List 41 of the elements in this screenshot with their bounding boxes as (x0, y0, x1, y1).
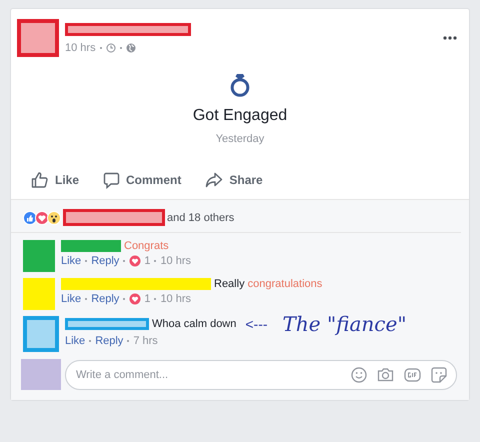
reply-link[interactable]: Reply (91, 255, 120, 267)
comment-text: Really congratulations (214, 278, 322, 290)
comment-time: 7 hrs (133, 335, 158, 347)
reply-link[interactable]: Reply (95, 335, 124, 347)
comment-text: Congrats (124, 240, 169, 252)
like-link[interactable]: Like (61, 255, 82, 267)
avatar-redaction (21, 359, 61, 390)
event-title: Got Engaged (192, 107, 288, 125)
gif-icon[interactable] (404, 368, 421, 382)
comment-input[interactable]: Write a comment... (65, 360, 457, 390)
reaction-summary[interactable]: and 18 others (167, 212, 234, 224)
smiley-icon[interactable] (351, 366, 367, 382)
sticker-icon[interactable] (431, 366, 447, 382)
share-arrow-icon (205, 172, 224, 188)
like-reaction-icon (23, 210, 37, 224)
share-button[interactable]: Share (205, 171, 263, 189)
speech-bubble-icon (103, 172, 120, 188)
like-button[interactable]: Like (31, 171, 80, 189)
reaction-count: 1 (144, 255, 150, 267)
camera-icon[interactable] (377, 367, 394, 382)
wow-reaction-icon (47, 210, 61, 224)
thumbs-up-icon (31, 171, 49, 189)
post-time[interactable]: 10 hrs (65, 42, 96, 54)
reaction-count: 1 (144, 293, 150, 305)
comment-button[interactable]: Comment (103, 171, 182, 189)
comment-time: 10 hrs (160, 255, 192, 267)
like-link[interactable]: Like (65, 335, 86, 347)
heart-reaction-icon (35, 210, 49, 224)
like-link[interactable]: Like (61, 293, 82, 305)
clock-icon (106, 43, 116, 53)
heart-reaction-icon (129, 293, 142, 305)
more-options-icon[interactable] (443, 36, 457, 40)
reply-link[interactable]: Reply (91, 293, 120, 305)
comment-text: Whoa calm down (152, 318, 236, 330)
heart-reaction-icon (129, 255, 142, 267)
comment-time: 10 hrs (160, 293, 192, 305)
annotation-arrow: <--- (245, 316, 268, 332)
event-date: Yesterday (216, 133, 264, 145)
globe-icon (126, 43, 136, 53)
ring-icon (229, 73, 251, 97)
name-redaction (61, 240, 121, 252)
